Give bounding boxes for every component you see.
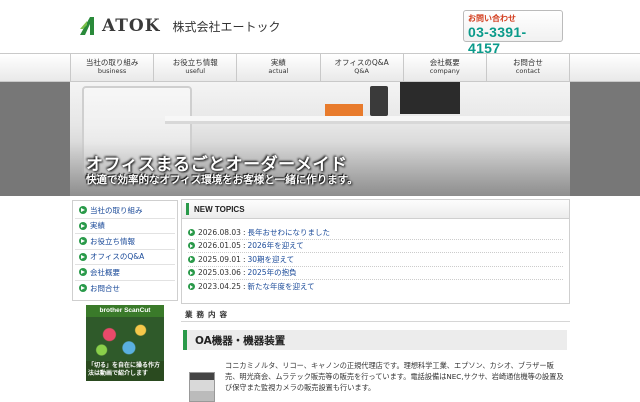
business-section: 業務内容 OA機器・機器装置 コニカミノルタ、リコー、キャノンの正規代理店です。…	[181, 308, 570, 402]
sidebar-item-label: 会社概要	[90, 267, 120, 277]
nav-sublabel: contact	[515, 67, 541, 75]
copier-image	[189, 372, 215, 402]
nav-item-qa[interactable]: オフィスのQ&A Q&A	[319, 54, 403, 81]
contact-label: お問い合わせ	[468, 14, 516, 23]
sidebar-item-label: 当社の取り組み	[90, 205, 143, 215]
business-subheading-bar: OA機器・機器装置	[183, 330, 567, 350]
nav-item-actual[interactable]: 実績 actual	[236, 54, 319, 81]
hero-subtitle: 快適で効率的なオフィス環境をお客様と一緒に作ります。	[86, 174, 358, 186]
nav-sublabel: company	[429, 67, 460, 75]
sidebar-item-company[interactable]: 会社概要	[75, 265, 175, 281]
logo-mark-icon	[78, 15, 100, 37]
nav-label: 実績	[270, 58, 286, 67]
nav-label: オフィスのQ&A	[334, 58, 389, 67]
arrow-circle-icon	[79, 237, 87, 246]
topic-item[interactable]: 2025.03.06 : 2025年の抱負	[188, 267, 563, 280]
arrow-circle-icon	[79, 206, 87, 215]
business-description: コニカミノルタ、リコー、キャノンの正規代理店です。理想科学工業、エプソン、カシオ…	[225, 361, 564, 392]
topic-link[interactable]: 2025年の抱負	[247, 267, 296, 278]
hero-desk-shape	[165, 116, 570, 124]
nav-item-useful[interactable]: お役立ち情報 useful	[153, 54, 236, 81]
hero-office-image: オフィスまるごとオーダーメイド 快適で効率的なオフィス環境をお客様と一緒に作りま…	[70, 82, 570, 196]
hero-book-shape	[325, 104, 363, 116]
topic-date: 2026.08.03	[198, 227, 241, 237]
topic-link[interactable]: 長年おせわになりました	[247, 227, 330, 238]
topic-link[interactable]: 30期を迎えて	[247, 254, 294, 265]
arrow-circle-icon	[188, 255, 195, 263]
hero-banner: オフィスまるごとオーダーメイド 快適で効率的なオフィス環境をお客様と一緒に作りま…	[0, 82, 640, 196]
arrow-circle-icon	[79, 252, 87, 261]
sidebar-item-qa[interactable]: オフィスのQ&A	[75, 250, 175, 265]
site-logo[interactable]: ATOK 株式会社エートック	[78, 15, 281, 37]
sidebar-item-useful[interactable]: お役立ち情報	[75, 234, 175, 250]
company-name: 株式会社エートック	[172, 19, 281, 34]
topic-date: 2025.09.01	[198, 254, 241, 264]
topic-date: 2023.04.25	[198, 282, 241, 292]
arrow-circle-icon	[188, 242, 195, 250]
nav-item-company[interactable]: 会社概要 company	[402, 54, 486, 81]
topic-item[interactable]: 2026.01.05 : 2026年を迎えて	[188, 240, 563, 253]
sidebar-item-business[interactable]: 当社の取り組み	[75, 203, 175, 219]
nav-label: 当社の取り組み	[85, 58, 139, 67]
contact-phone: 03-3391-4157	[468, 24, 527, 56]
global-nav: 当社の取り組み business お役立ち情報 useful 実績 actual…	[0, 53, 640, 82]
hero-cup-shape	[370, 86, 388, 116]
topics-header: NEW TOPICS	[182, 200, 569, 219]
banner-artwork	[86, 317, 164, 361]
topics-title: NEW TOPICS	[194, 204, 245, 214]
arrow-circle-icon	[79, 221, 87, 230]
nav-sublabel: actual	[268, 67, 289, 75]
topic-date: 2025.03.06	[198, 268, 241, 278]
banner-title: brother ScanCut	[86, 305, 164, 317]
sidebar-item-label: お役立ち情報	[90, 236, 135, 246]
topic-link[interactable]: 2026年を迎えて	[247, 240, 303, 251]
scancut-banner[interactable]: brother ScanCut 「切る」を自在に操る作方法は動画で紹介します	[86, 305, 164, 381]
topic-date: 2026.01.05	[198, 241, 241, 251]
contact-phone-box[interactable]: お問い合わせ 03-3391-4157	[463, 10, 563, 56]
topic-item[interactable]: 2026.08.03 : 長年おせわになりました	[188, 226, 563, 240]
banner-caption: 「切る」を自在に操る作方法は動画で紹介します	[88, 362, 161, 377]
nav-label: お問合せ	[512, 58, 543, 67]
sidebar-item-label: オフィスのQ&A	[90, 252, 145, 262]
nav-label: 会社概要	[429, 58, 460, 67]
arrow-circle-icon	[188, 283, 195, 291]
sidebar-item-actual[interactable]: 実績	[75, 219, 175, 234]
site-header: ATOK 株式会社エートック お問い合わせ 03-3391-4157	[0, 0, 640, 56]
nav-sublabel: useful	[185, 67, 206, 75]
topics-list: 2026.08.03 : 長年おせわになりました 2026.01.05 : 20…	[182, 219, 569, 294]
business-heading: 業務内容	[181, 308, 570, 322]
hero-monitor-shape	[400, 82, 460, 114]
sidebar-menu: 当社の取り組み 実績 お役立ち情報 オフィスのQ&A 会社概要 お問合せ	[72, 200, 178, 301]
nav-label: お役立ち情報	[172, 58, 218, 67]
arrow-circle-icon	[188, 269, 195, 277]
arrow-circle-icon	[188, 228, 195, 236]
news-topics-panel: NEW TOPICS 2026.08.03 : 長年おせわになりました 2026…	[181, 199, 570, 304]
sidebar-item-label: お問合せ	[90, 283, 120, 293]
arrow-circle-icon	[79, 284, 87, 293]
nav-sublabel: Q&A	[354, 67, 369, 75]
sidebar-item-contact[interactable]: お問合せ	[75, 281, 175, 297]
topic-item[interactable]: 2023.04.25 : 新たな年度を迎えて	[188, 280, 563, 294]
nav-item-contact[interactable]: お問合せ contact	[485, 54, 571, 81]
sidebar-item-label: 実績	[90, 221, 105, 231]
topic-item[interactable]: 2025.09.01 : 30期を迎えて	[188, 253, 563, 267]
topic-link[interactable]: 新たな年度を迎えて	[247, 281, 314, 292]
nav-sublabel: business	[97, 67, 127, 75]
arrow-circle-icon	[79, 268, 87, 277]
logo-text: ATOK	[102, 16, 161, 36]
business-subheading: OA機器・機器装置	[195, 334, 286, 347]
nav-item-business[interactable]: 当社の取り組み business	[70, 54, 153, 81]
